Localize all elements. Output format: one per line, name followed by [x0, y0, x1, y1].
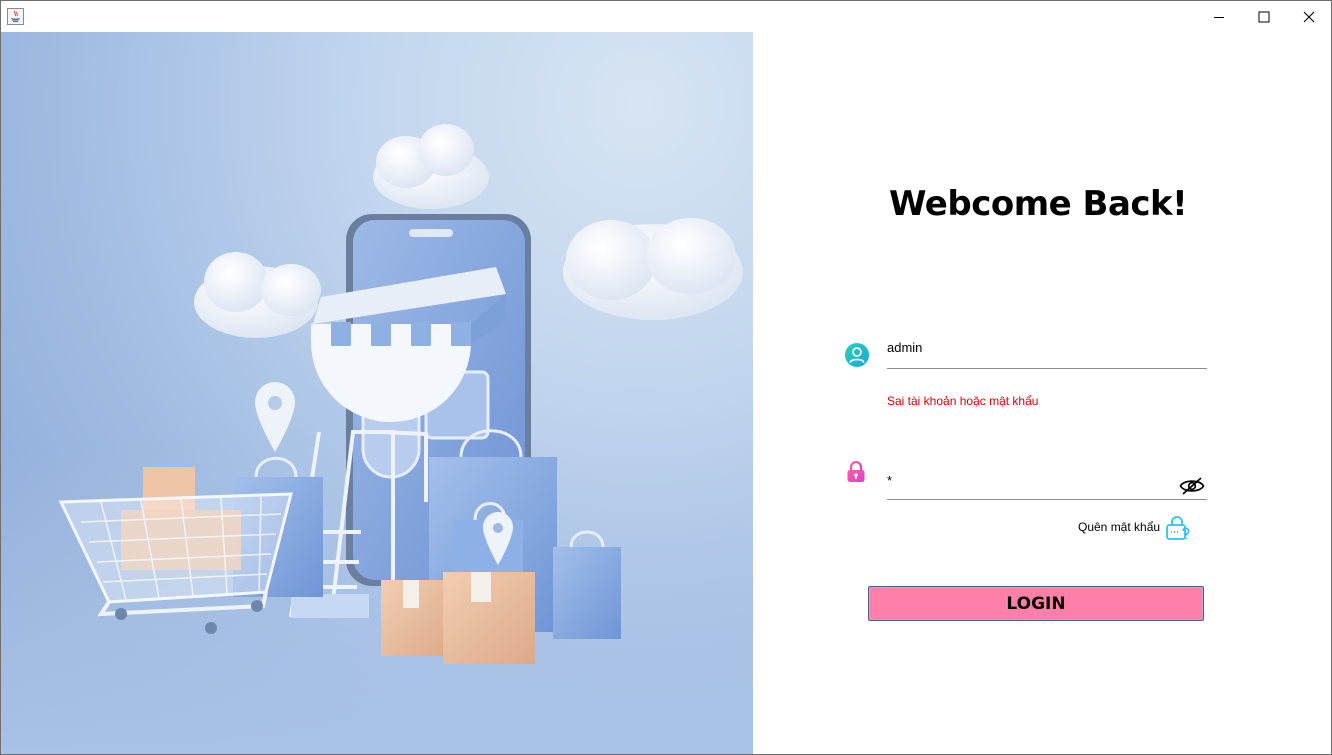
box-front-right: [443, 572, 535, 664]
close-icon: [1303, 11, 1315, 22]
cloud-left: [194, 252, 321, 338]
page-title: Webcome Back!: [889, 184, 1188, 224]
shopping-illustration: [1, 124, 753, 754]
box-front-left: [381, 580, 451, 656]
location-pin: [255, 382, 295, 452]
login-panel: Webcome Back! admin Sai tài khoản hoặc m…: [753, 32, 1331, 754]
user-icon: [845, 343, 869, 367]
minimize-button[interactable]: [1196, 1, 1242, 32]
eye-off-icon[interactable]: [1179, 476, 1205, 496]
hero-illustration: [1, 32, 753, 754]
login-button[interactable]: LOGIN: [868, 586, 1204, 621]
lock-icon: [847, 461, 865, 482]
cloud-right: [563, 218, 743, 320]
shopping-bag-right: [553, 530, 621, 639]
maximize-button[interactable]: [1241, 1, 1287, 32]
cloud-top: [373, 124, 489, 209]
minimize-icon: [1214, 16, 1224, 18]
close-button[interactable]: [1286, 1, 1332, 32]
app-window: Webcome Back! admin Sai tài khoản hoặc m…: [0, 0, 1332, 755]
error-message: Sai tài khoản hoặc mật khẩu: [887, 394, 1039, 408]
title-bar: [1, 1, 1331, 32]
java-app-icon: [7, 8, 24, 25]
password-field[interactable]: *: [887, 468, 1207, 500]
lock-question-icon[interactable]: [1165, 515, 1191, 541]
forgot-password-link[interactable]: Quên mật khẩu: [1078, 520, 1160, 534]
maximize-icon: [1258, 11, 1270, 22]
username-field[interactable]: admin: [887, 336, 1207, 369]
password-input-value: *: [887, 473, 893, 488]
username-input-value: admin: [887, 340, 923, 355]
